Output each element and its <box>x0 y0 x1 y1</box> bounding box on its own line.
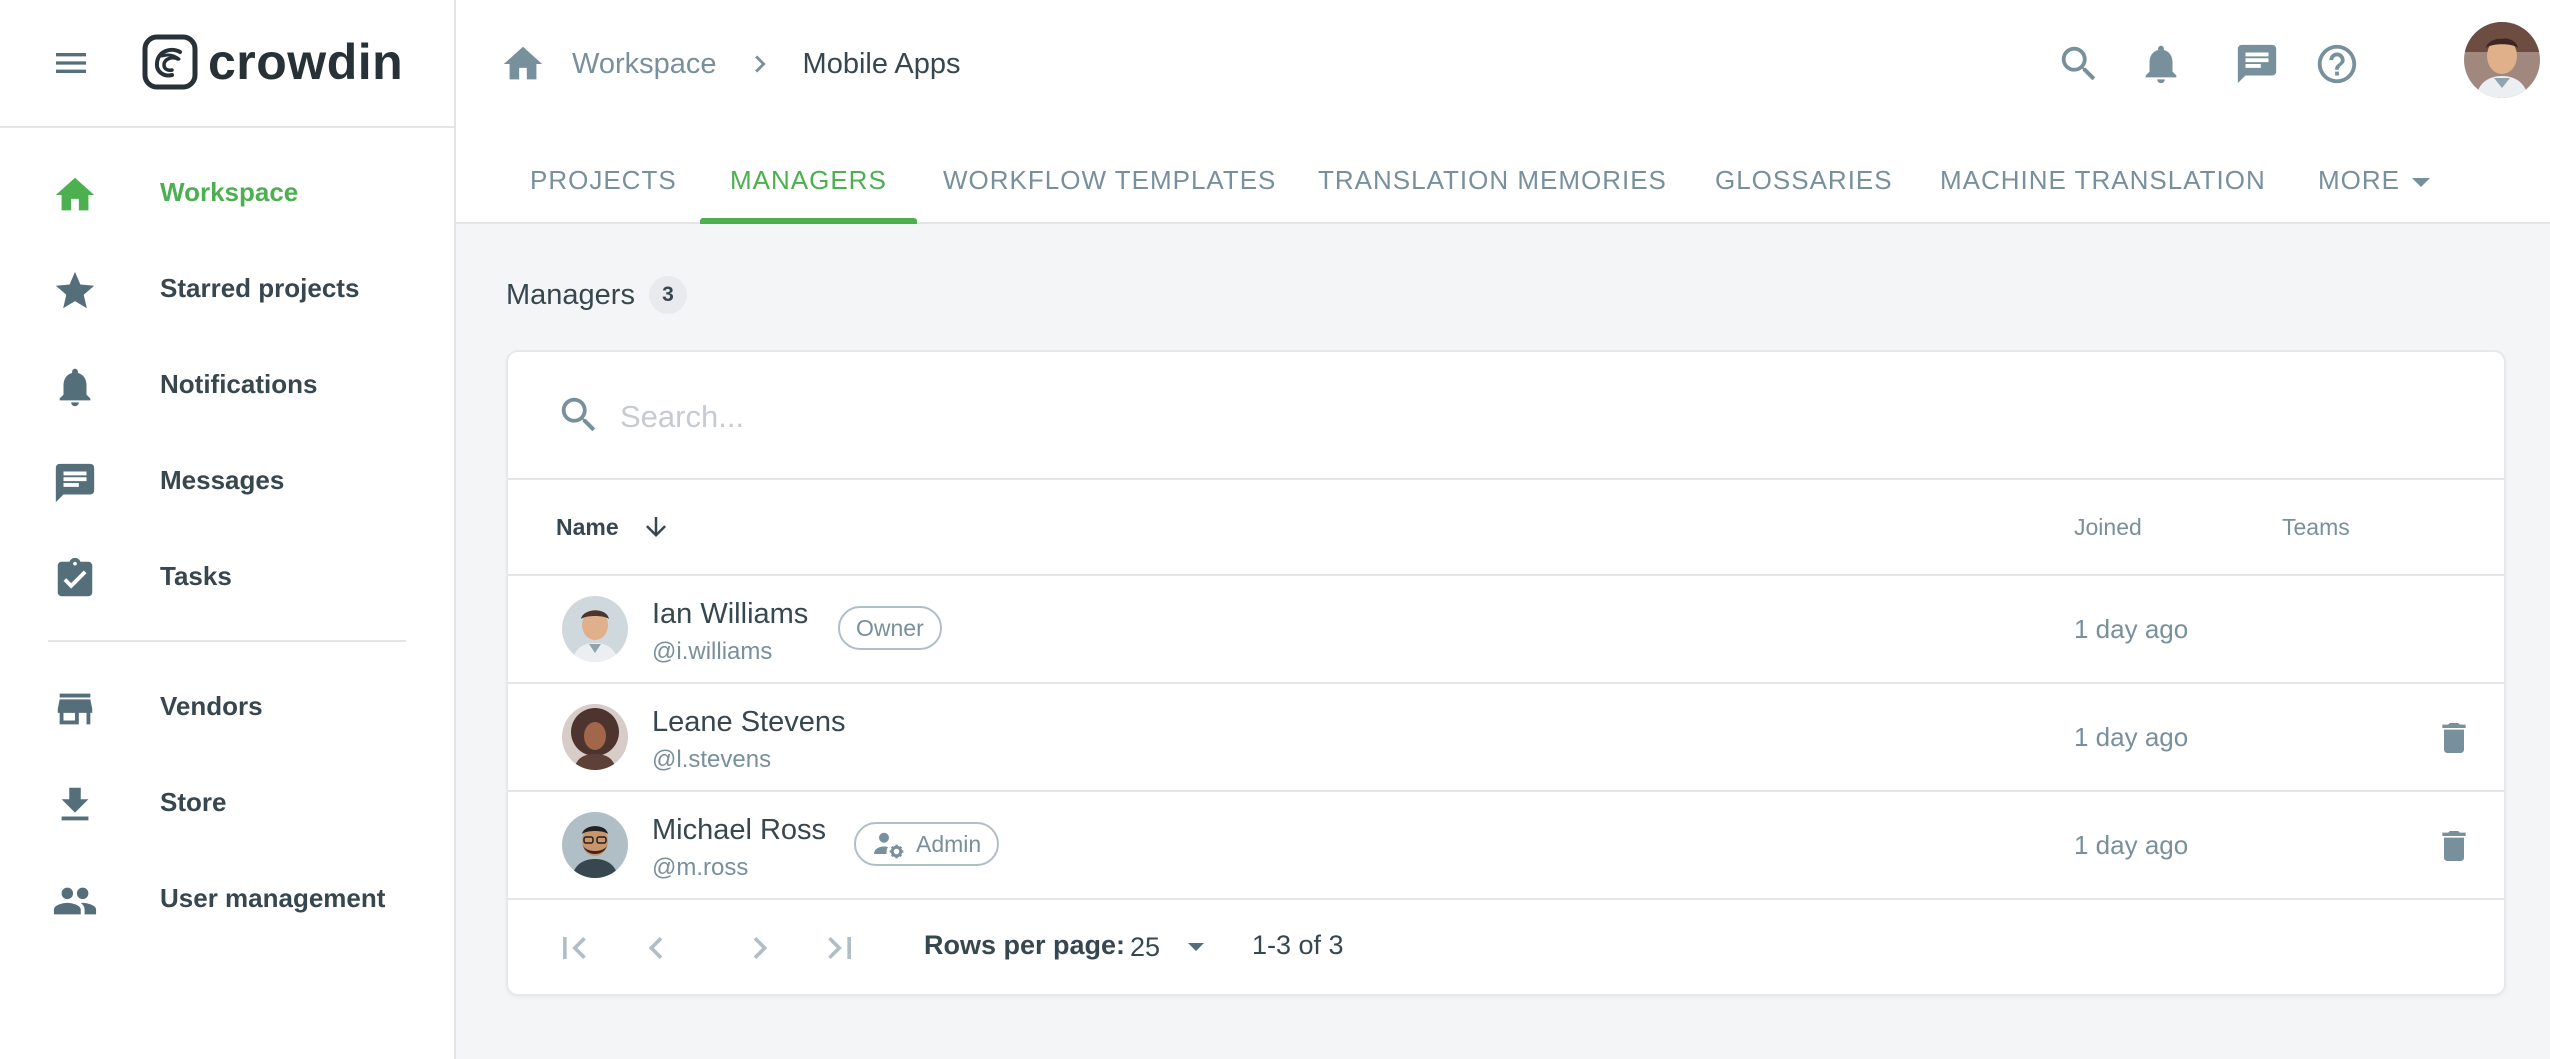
home-icon <box>52 172 98 218</box>
user-handle: @l.stevens <box>652 746 772 773</box>
download-icon <box>52 782 98 828</box>
search-icon <box>556 392 602 438</box>
sidebar-item-label: User management <box>160 882 386 913</box>
tab-workflow-templates[interactable]: WORKFLOW TEMPLATES <box>943 138 1276 222</box>
notifications-bell-icon[interactable] <box>2138 41 2184 87</box>
caret-down-icon <box>1188 943 1205 951</box>
column-header-name[interactable]: Name <box>556 480 671 574</box>
crowdin-logo-mark <box>142 34 198 90</box>
tab-more-label: MORE <box>2318 165 2400 195</box>
tab-bar: PROJECTS MANAGERS WORKFLOW TEMPLATES TRA… <box>456 138 2550 224</box>
sidebar-divider <box>48 640 406 642</box>
sidebar: crowdin Workspace Starred projects Notif… <box>0 0 456 1059</box>
search-input[interactable] <box>618 386 2222 448</box>
breadcrumb: Workspace Mobile Apps <box>500 38 961 90</box>
admin-badge: Admin <box>854 822 1000 866</box>
previous-page-icon[interactable] <box>634 926 678 970</box>
sidebar-item-vendors[interactable]: Vendors <box>0 658 454 754</box>
table-row[interactable]: Ian Williams @i.williams Owner 1 day ago <box>508 576 2504 684</box>
owner-badge: Owner <box>838 606 942 650</box>
message-icon <box>52 460 98 506</box>
search-bar <box>508 352 2504 480</box>
role-label: Owner <box>856 614 924 641</box>
sidebar-item-label: Store <box>160 786 227 817</box>
sidebar-item-notifications[interactable]: Notifications <box>0 336 454 432</box>
delete-icon[interactable] <box>2434 824 2474 868</box>
sidebar-header: crowdin <box>0 0 454 128</box>
avatar <box>562 704 628 770</box>
user-name[interactable]: Leane Stevens <box>652 706 845 739</box>
tab-machine-translation[interactable]: MACHINE TRANSLATION <box>1940 138 2266 222</box>
sidebar-item-tasks[interactable]: Tasks <box>0 528 454 624</box>
search-icon[interactable] <box>2056 41 2102 87</box>
table-header: Name Joined Teams <box>508 480 2504 576</box>
tab-translation-memories[interactable]: TRANSLATION MEMORIES <box>1318 138 1667 222</box>
page-title: Managers <box>506 278 635 311</box>
pagination: Rows per page: 25 1-3 of 3 <box>508 900 2504 994</box>
help-icon[interactable] <box>2314 41 2360 87</box>
caret-down-icon <box>2412 177 2430 187</box>
sidebar-item-messages[interactable]: Messages <box>0 432 454 528</box>
chevron-right-icon <box>743 47 777 81</box>
admin-settings-icon <box>874 832 904 859</box>
sidebar-item-label: Workspace <box>160 176 299 207</box>
role-label: Admin <box>916 830 982 857</box>
breadcrumb-workspace[interactable]: Workspace <box>572 48 717 81</box>
next-page-icon[interactable] <box>738 926 782 970</box>
menu-icon[interactable] <box>51 43 99 83</box>
sidebar-item-label: Notifications <box>160 368 318 399</box>
user-handle: @i.williams <box>652 638 773 665</box>
section-title: Managers 3 <box>506 276 687 314</box>
first-page-icon[interactable] <box>552 926 596 970</box>
sidebar-item-user-management[interactable]: User management <box>0 850 454 946</box>
column-header-joined[interactable]: Joined <box>2074 480 2142 574</box>
tab-more[interactable]: MORE <box>2318 138 2430 222</box>
joined-date: 1 day ago <box>2074 830 2189 860</box>
last-page-icon[interactable] <box>818 926 862 970</box>
crowdin-logo[interactable]: crowdin <box>142 32 403 92</box>
sidebar-item-starred-projects[interactable]: Starred projects <box>0 240 454 336</box>
joined-date: 1 day ago <box>2074 722 2189 752</box>
rows-per-page-label: Rows per page: <box>924 930 1126 960</box>
avatar <box>562 596 628 662</box>
sidebar-item-label: Vendors <box>160 690 263 721</box>
sidebar-item-store[interactable]: Store <box>0 754 454 850</box>
joined-date: 1 day ago <box>2074 614 2189 644</box>
avatar <box>562 812 628 878</box>
column-header-teams[interactable]: Teams <box>2282 480 2350 574</box>
store-front-icon <box>52 686 98 732</box>
table-row[interactable]: Leane Stevens @l.stevens 1 day ago <box>508 684 2504 792</box>
tasks-icon <box>52 556 98 602</box>
home-icon[interactable] <box>500 41 546 87</box>
count-badge: 3 <box>648 276 687 314</box>
sidebar-item-label: Starred projects <box>160 272 360 303</box>
pagination-range: 1-3 of 3 <box>1252 930 1344 960</box>
rows-per-page-select[interactable]: 25 <box>1130 922 1205 972</box>
rows-per-page-value: 25 <box>1130 931 1161 962</box>
users-icon <box>52 878 98 924</box>
top-bar: Workspace Mobile Apps PROJECTS MANAGERS … <box>456 0 2550 224</box>
user-handle: @m.ross <box>652 854 749 881</box>
brand-name: crowdin <box>208 34 404 90</box>
column-name-label: Name <box>556 514 619 540</box>
breadcrumb-current[interactable]: Mobile Apps <box>803 48 961 81</box>
sidebar-item-label: Messages <box>160 464 285 495</box>
bell-icon <box>52 364 98 410</box>
arrow-down-icon <box>641 512 671 542</box>
managers-card: Name Joined Teams Ian Williams @i.willia… <box>506 350 2506 996</box>
tab-projects[interactable]: PROJECTS <box>530 138 677 222</box>
table-row[interactable]: Michael Ross @m.ross Admin 1 day ago <box>508 792 2504 900</box>
tab-managers[interactable]: MANAGERS <box>700 138 917 224</box>
user-name[interactable]: Michael Ross <box>652 814 826 847</box>
delete-icon[interactable] <box>2434 716 2474 760</box>
star-icon <box>52 268 98 314</box>
user-name[interactable]: Ian Williams <box>652 598 808 631</box>
user-avatar[interactable] <box>2464 22 2540 98</box>
sidebar-item-label: Tasks <box>160 560 232 591</box>
sidebar-item-workspace[interactable]: Workspace <box>0 144 454 240</box>
messages-icon[interactable] <box>2234 41 2280 87</box>
top-actions <box>2056 22 2550 106</box>
tab-glossaries[interactable]: GLOSSARIES <box>1715 138 1893 222</box>
